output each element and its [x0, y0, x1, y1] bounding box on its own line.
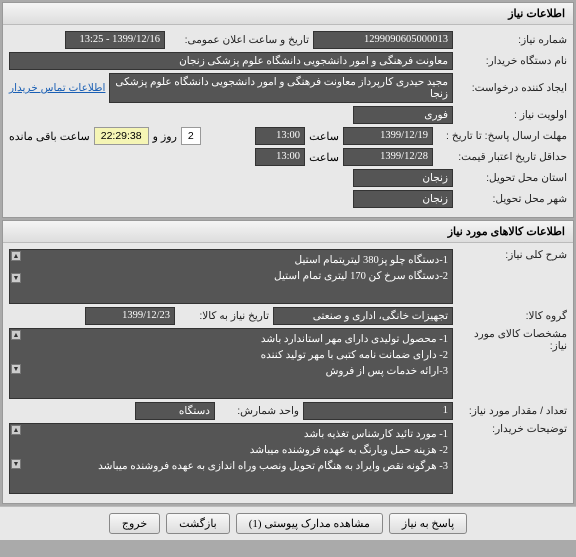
deadline-date-value: 1399/12/19 — [343, 127, 433, 145]
qty-label: تعداد / مقدار مورد نیاز: — [457, 405, 567, 417]
scroll-up-icon[interactable]: ▲ — [11, 425, 21, 435]
need-number-value: 1299090605000013 — [313, 31, 453, 49]
province-value: زنجان — [353, 169, 453, 187]
unit-value: دستگاه — [135, 402, 215, 420]
goods-info-panel: اطلاعات کالاهای مورد نیاز شرح کلی نیاز: … — [2, 220, 574, 504]
qty-value: 1 — [303, 402, 453, 420]
city-label: شهر محل تحویل: — [457, 193, 567, 205]
credit-date-value: 1399/12/28 — [343, 148, 433, 166]
desc-label: شرح کلی نیاز: — [457, 249, 567, 261]
creator-label: ایجاد کننده درخواست: — [457, 82, 567, 94]
back-button[interactable]: بازگشت — [166, 513, 230, 534]
announce-value: 1399/12/16 - 13:25 — [65, 31, 165, 49]
exit-button[interactable]: خروج — [109, 513, 160, 534]
group-label: گروه کالا: — [457, 310, 567, 322]
buyer-contact-link[interactable]: اطلاعات تماس خریدار — [9, 82, 105, 94]
spec-value: 1- محصول تولیدی دارای مهر استاندارد باشد… — [9, 328, 453, 399]
view-attachments-button[interactable]: مشاهده مدارک پیوستی (1) — [236, 513, 383, 534]
notes-value: 1- مورد تائید کارشناس تغذیه باشد 2- هزین… — [9, 423, 453, 494]
need-date-label: تاریخ نیاز به کالا: — [179, 310, 269, 322]
city-value: زنجان — [353, 190, 453, 208]
panel-header-need-info: اطلاعات نیاز — [3, 3, 573, 25]
priority-label: اولویت نیاز : — [457, 109, 567, 121]
priority-value: فوری — [353, 106, 453, 124]
province-label: استان محل تحویل: — [457, 172, 567, 184]
scroll-down-icon[interactable]: ▼ — [11, 459, 21, 469]
unit-label: واحد شمارش: — [219, 405, 299, 417]
scroll-down-icon[interactable]: ▼ — [11, 364, 21, 374]
remaining-label: ساعت باقی مانده — [9, 130, 90, 143]
buyer-name-label: نام دستگاه خریدار: — [457, 55, 567, 67]
scroll-up-icon[interactable]: ▲ — [11, 330, 21, 340]
time-label-1: ساعت — [309, 130, 339, 143]
credit-time-value: 13:00 — [255, 148, 305, 166]
deadline-label: مهلت ارسال پاسخ: تا تاریخ : — [437, 130, 567, 142]
days-and-label: روز و — [153, 130, 177, 143]
deadline-time-value: 13:00 — [255, 127, 305, 145]
credit-label: حداقل تاریخ اعتبار قیمت: — [437, 151, 567, 163]
days-remaining: 2 — [181, 127, 201, 145]
panel-header-goods-info: اطلاعات کالاهای مورد نیاز — [3, 221, 573, 243]
need-number-label: شماره نیاز: — [457, 34, 567, 46]
desc-value: 1-دستگاه چلو پز380 لیتریتمام استیل 2-دست… — [9, 249, 453, 304]
need-info-panel: اطلاعات نیاز شماره نیاز: 129909060500001… — [2, 2, 574, 218]
need-date-value: 1399/12/23 — [85, 307, 175, 325]
respond-button[interactable]: پاسخ به نیاز — [389, 513, 467, 534]
button-bar: پاسخ به نیاز مشاهده مدارک پیوستی (1) باز… — [0, 506, 576, 540]
scroll-down-icon[interactable]: ▼ — [11, 273, 21, 283]
spec-label: مشخصات کالای مورد نیاز: — [457, 328, 567, 352]
scroll-up-icon[interactable]: ▲ — [11, 251, 21, 261]
group-value: تجهیزات خانگی، اداری و صنعتی — [273, 307, 453, 325]
creator-value: مجید حیدری کارپرداز معاونت فرهنگی و امور… — [109, 73, 453, 103]
notes-label: توضیحات خریدار: — [457, 423, 567, 435]
countdown-timer: 22:29:38 — [94, 127, 149, 145]
time-label-2: ساعت — [309, 151, 339, 164]
buyer-name-value: معاونت فرهنگی و امور دانشجویی دانشگاه عل… — [9, 52, 453, 70]
announce-label: تاریخ و ساعت اعلان عمومی: — [169, 34, 309, 46]
